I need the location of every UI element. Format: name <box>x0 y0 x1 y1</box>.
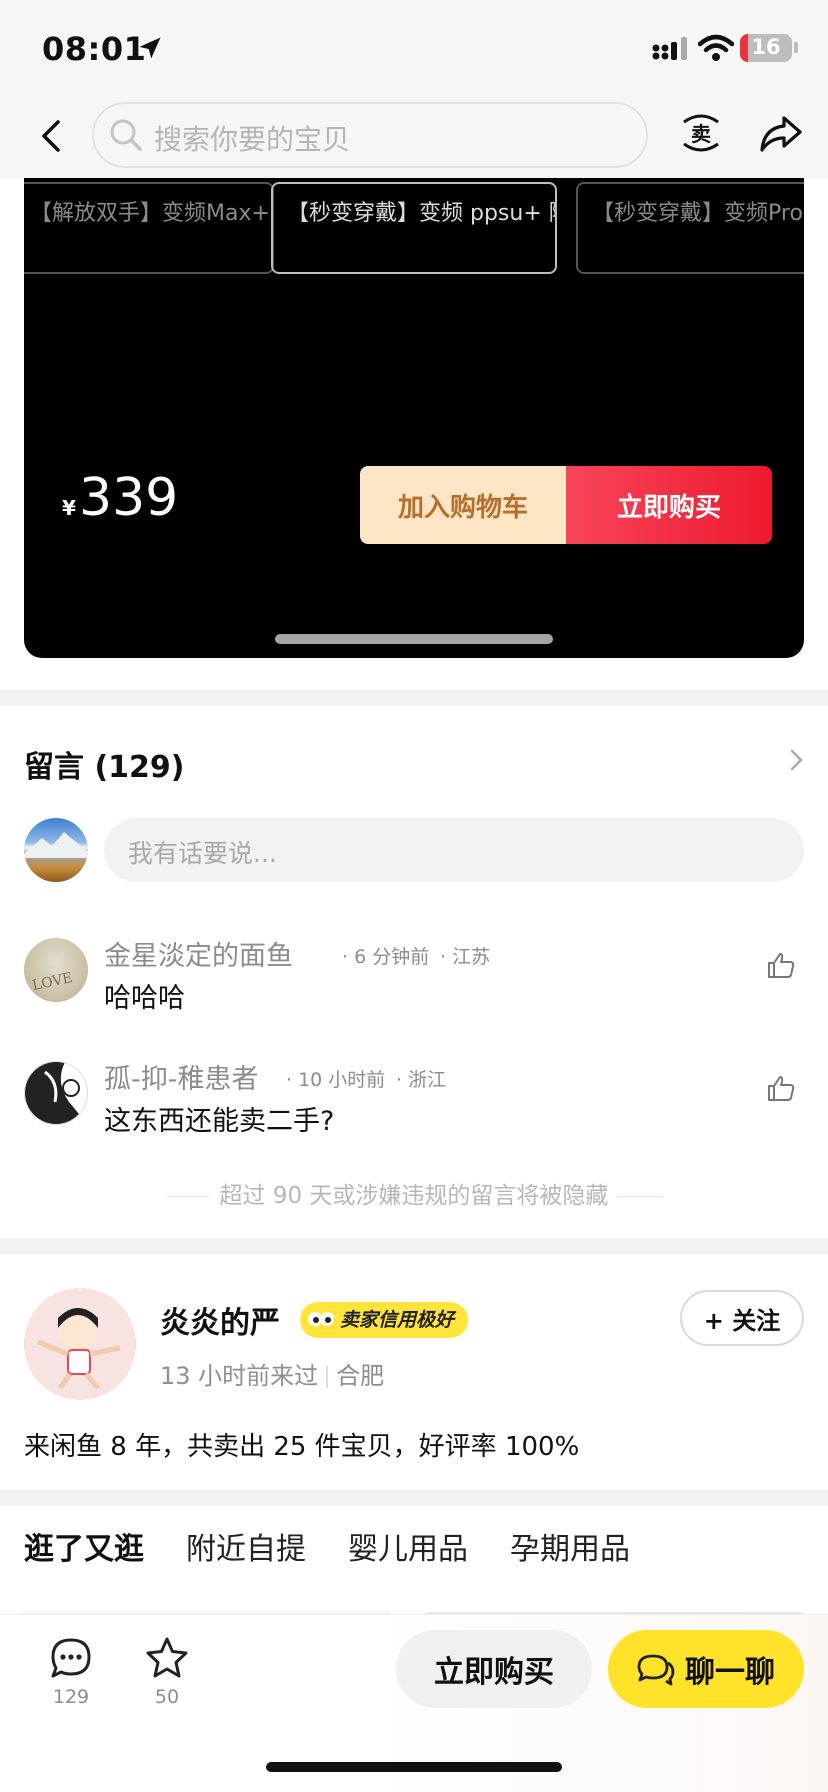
seller-stats: 来闲鱼 8 年，共卖出 25 件宝贝，好评率 100% <box>24 1432 580 1462</box>
thumbs-up-icon[interactable] <box>766 950 796 980</box>
sku-option[interactable]: 【秒变穿戴】变频Pro 心杯*2 <box>576 182 804 274</box>
section-divider <box>0 1490 828 1506</box>
battery-level: 16 <box>751 35 781 59</box>
search-icon <box>110 119 142 151</box>
favorite-count: 50 <box>154 1686 180 1708</box>
comments-button[interactable]: 129 <box>36 1636 106 1708</box>
product-video[interactable]: 【解放双手】变频Max+ 手扶文胸 【秒变穿戴】变频 ppsu+ 随心杯*2 【… <box>24 178 804 658</box>
hidden-comments-note: 超过 90 天或涉嫌违规的留言将被隐藏 <box>0 1176 828 1210</box>
tab-baby-products[interactable]: 婴儿用品 <box>348 1524 468 1576</box>
chevron-right-icon[interactable] <box>784 748 808 772</box>
smile-eyes-icon <box>308 1312 334 1326</box>
location-arrow-icon <box>139 37 161 59</box>
comment-text: 这东西还能卖二手? <box>104 1106 335 1137</box>
cellular-signal-icon <box>652 37 687 60</box>
chat-button[interactable]: 聊一聊 <box>608 1630 804 1708</box>
battery-icon: 16 <box>740 34 792 62</box>
wifi-icon <box>698 34 734 61</box>
section-divider <box>0 1238 828 1254</box>
comment-location: · 江苏 <box>440 946 491 968</box>
comment-location: · 浙江 <box>396 1069 447 1091</box>
follow-button[interactable]: + 关注 <box>680 1290 804 1346</box>
section-divider <box>0 690 828 706</box>
comment-time: · 10 小时前 <box>286 1069 386 1091</box>
thumbs-up-icon[interactable] <box>766 1073 796 1103</box>
comment-time: · 6 分钟前 <box>342 946 430 968</box>
sku-option-selected[interactable]: 【秒变穿戴】变频 ppsu+ 随心杯*2 <box>271 182 557 274</box>
sell-icon[interactable]: 卖 <box>678 108 724 158</box>
tab-pregnancy-products[interactable]: 孕期用品 <box>510 1524 630 1576</box>
price: 339 <box>79 468 179 528</box>
chat-bubbles-icon <box>637 1654 675 1686</box>
comment-text: 哈哈哈 <box>104 983 185 1014</box>
search-input[interactable]: 搜索你要的宝贝 <box>92 102 648 168</box>
search-placeholder: 搜索你要的宝贝 <box>154 123 351 156</box>
seller-last-seen: 13 小时前来过 <box>160 1362 319 1390</box>
comments-title[interactable]: 留言 (129) <box>24 742 185 786</box>
add-to-cart-button[interactable]: 加入购物车 <box>360 466 566 544</box>
status-bar: 08:01 16 <box>0 0 828 98</box>
hidden-comments-note-text: 超过 90 天或涉嫌违规的留言将被隐藏 <box>219 1183 609 1209</box>
favorite-button[interactable]: 50 <box>132 1636 202 1708</box>
credit-badge-text: 卖家信用极好 <box>340 1309 455 1331</box>
top-nav-bar: 搜索你要的宝贝 卖 <box>0 98 828 178</box>
chat-button-label: 聊一聊 <box>685 1655 775 1690</box>
price-symbol: ¥ <box>62 496 76 520</box>
seller-avatar[interactable] <box>24 1288 136 1400</box>
video-buy-now-button[interactable]: 立即购买 <box>566 466 772 544</box>
comment-bubble-icon <box>51 1638 91 1678</box>
seller-meta: 13 小时前来过 合肥 <box>160 1356 384 1391</box>
share-icon[interactable] <box>758 110 804 156</box>
seller-name[interactable]: 炎炎的严 <box>160 1298 280 1342</box>
tab-nearby-pickup[interactable]: 附近自提 <box>186 1524 306 1576</box>
credit-badge: 卖家信用极好 <box>300 1302 469 1338</box>
tab-browse[interactable]: 逛了又逛 <box>24 1524 144 1576</box>
comment-input[interactable]: 我有话要说... <box>104 818 804 882</box>
commenter-name[interactable]: 金星淡定的面鱼 <box>104 934 293 973</box>
back-arrow-icon[interactable] <box>30 114 74 158</box>
svg-text:卖: 卖 <box>691 122 711 146</box>
buy-now-button[interactable]: 立即购买 <box>396 1630 592 1708</box>
video-scrollbar <box>275 634 553 644</box>
status-time: 08:01 <box>42 30 147 68</box>
my-avatar <box>24 818 88 882</box>
sku-option[interactable]: 【解放双手】变频Max+ 手扶文胸 <box>24 182 274 274</box>
seller-city: 合肥 <box>336 1362 385 1390</box>
commenter-avatar[interactable]: LOVE <box>24 938 88 1002</box>
home-indicator[interactable] <box>266 1762 562 1772</box>
recommend-tabs: 逛了又逛 附近自提 婴儿用品 孕期用品 <box>24 1524 630 1576</box>
commenter-name[interactable]: 孤-抑-稚患者 <box>104 1057 259 1096</box>
commenter-avatar[interactable] <box>24 1061 88 1125</box>
star-icon <box>146 1637 188 1678</box>
comment-item: 孤-抑-稚患者 · 10 小时前 · 浙江 这东西还能卖二手? <box>24 1061 804 1157</box>
comment-item: LOVE 金星淡定的面鱼 · 6 分钟前 · 江苏 哈哈哈 <box>24 938 804 1034</box>
comment-count: 129 <box>52 1686 90 1708</box>
